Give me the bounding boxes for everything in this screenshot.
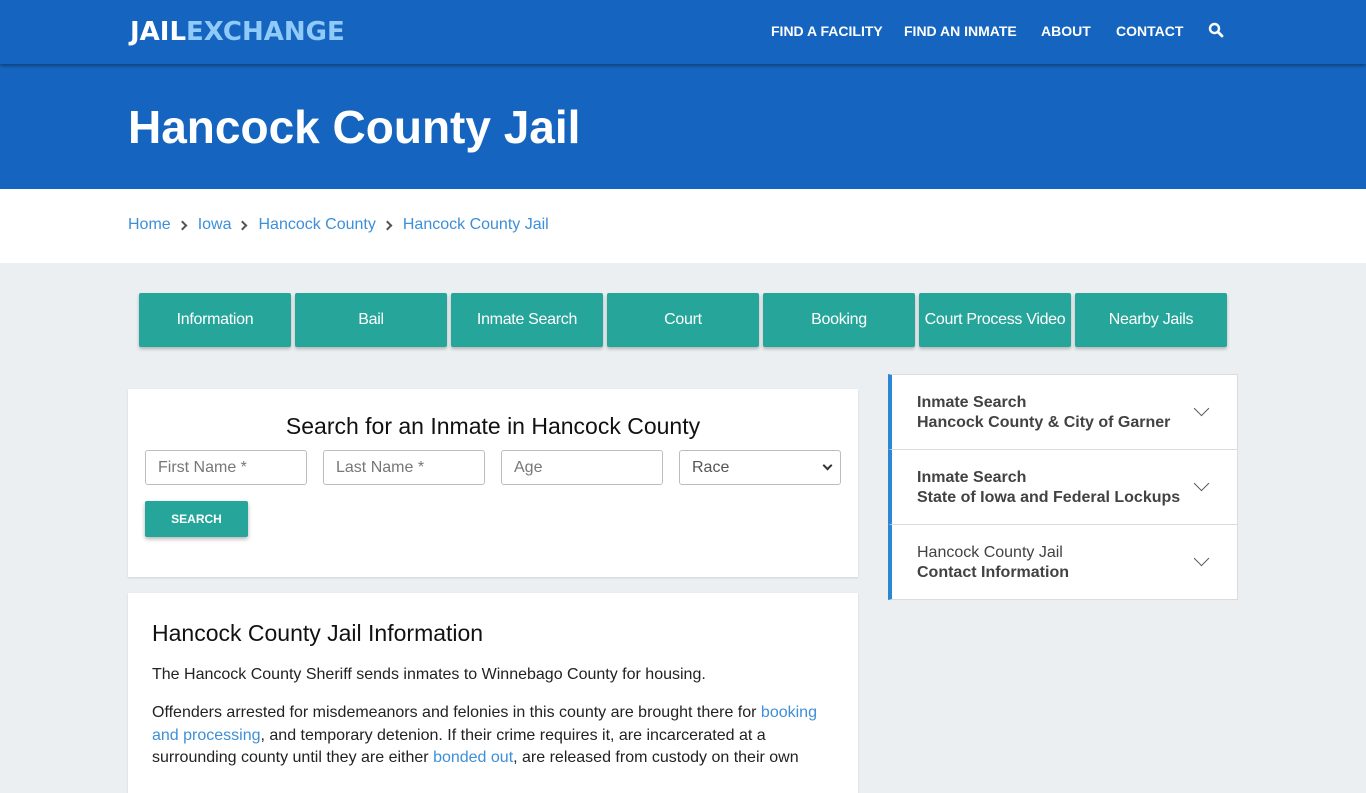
info-paragraph-1: The Hancock County Sheriff sends inmates… xyxy=(152,666,706,683)
tab-booking[interactable]: Booking xyxy=(763,293,915,347)
section-tabs: Information Bail Inmate Search Court Boo… xyxy=(139,293,1227,347)
first-name-input[interactable] xyxy=(145,450,307,485)
nav-about[interactable]: ABOUT xyxy=(1041,23,1091,39)
chevron-down-icon xyxy=(1193,400,1210,417)
info-text: Offenders arrested for misdemeanors and … xyxy=(152,704,761,721)
chevron-right-icon xyxy=(177,220,188,230)
accordion-line2: Hancock County & City of Garner xyxy=(917,414,1171,431)
tab-inmate-search[interactable]: Inmate Search xyxy=(451,293,603,347)
site-logo[interactable]: JAILEXCHANGE xyxy=(130,17,345,47)
tab-bail[interactable]: Bail xyxy=(295,293,447,347)
info-text: , are released from custody on their own xyxy=(513,749,799,766)
accordion-line1: Inmate Search xyxy=(917,394,1027,411)
chevron-right-icon xyxy=(238,220,248,230)
logo-jail: JAIL xyxy=(130,17,187,47)
accordion-line2: Contact Information xyxy=(917,564,1069,581)
search-icon[interactable] xyxy=(1208,22,1224,38)
jail-information-card: Hancock County Jail Information The Hanc… xyxy=(128,593,858,793)
accordion-line1: Inmate Search xyxy=(917,469,1027,486)
accordion-inmate-search-state[interactable]: Inmate Search State of Iowa and Federal … xyxy=(888,449,1238,525)
accordion-contact-information[interactable]: Hancock County Jail Contact Information xyxy=(888,524,1238,600)
breadcrumb-hancock-county[interactable]: Hancock County xyxy=(258,216,375,234)
breadcrumb-home[interactable]: Home xyxy=(128,216,171,234)
page-title: Hancock County Jail xyxy=(128,101,581,153)
breadcrumb-bar: Home Iowa Hancock County Hancock County … xyxy=(0,189,1366,263)
bonded-out-link[interactable]: bonded out xyxy=(433,749,513,766)
tab-court-process-video[interactable]: Court Process Video xyxy=(919,293,1071,347)
chevron-right-icon xyxy=(382,220,393,230)
info-title: Hancock County Jail Information xyxy=(152,620,484,646)
page-hero: Hancock County Jail xyxy=(0,64,1366,189)
nav-contact[interactable]: CONTACT xyxy=(1116,23,1183,39)
tab-court[interactable]: Court xyxy=(607,293,759,347)
logo-exchange: EXCHANGE xyxy=(186,17,345,47)
age-input[interactable] xyxy=(501,450,663,485)
race-select-value: Race xyxy=(692,458,730,476)
tab-information[interactable]: Information xyxy=(139,293,291,347)
nav-find-an-inmate[interactable]: FIND AN INMATE xyxy=(904,23,1017,39)
top-navbar: JAILEXCHANGE FIND A FACILITY FIND AN INM… xyxy=(0,0,1366,64)
sidebar-accordion: Inmate Search Hancock County & City of G… xyxy=(888,374,1238,600)
accordion-label: Hancock County Jail Contact Information xyxy=(917,543,1069,583)
chevron-down-icon xyxy=(1193,475,1210,492)
race-select[interactable]: Race xyxy=(679,450,841,485)
last-name-input[interactable] xyxy=(323,450,485,485)
accordion-line1: Hancock County Jail xyxy=(917,544,1063,561)
nav-find-a-facility[interactable]: FIND A FACILITY xyxy=(771,23,883,39)
info-paragraph-2: Offenders arrested for misdemeanors and … xyxy=(152,702,832,770)
breadcrumb: Home Iowa Hancock County Hancock County … xyxy=(128,216,549,234)
accordion-line2: State of Iowa and Federal Lockups xyxy=(917,489,1181,506)
accordion-inmate-search-county[interactable]: Inmate Search Hancock County & City of G… xyxy=(888,374,1238,450)
chevron-down-icon xyxy=(1193,550,1210,567)
search-button[interactable]: SEARCH xyxy=(145,501,248,537)
breadcrumb-hancock-county-jail[interactable]: Hancock County Jail xyxy=(403,216,549,234)
chevron-down-icon xyxy=(822,460,833,471)
search-title: Search for an Inmate in Hancock County xyxy=(285,413,701,439)
accordion-label: Inmate Search State of Iowa and Federal … xyxy=(917,468,1180,508)
breadcrumb-iowa[interactable]: Iowa xyxy=(198,216,232,234)
inmate-search-card: Search for an Inmate in Hancock County R… xyxy=(128,389,858,577)
accordion-label: Inmate Search Hancock County & City of G… xyxy=(917,393,1170,433)
tab-nearby-jails[interactable]: Nearby Jails xyxy=(1075,293,1227,347)
